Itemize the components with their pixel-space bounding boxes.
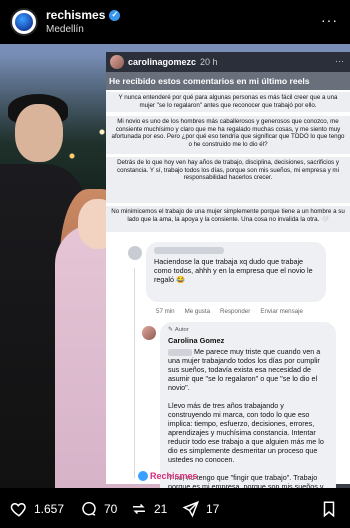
username-row[interactable]: rechismes ✓ [46,8,121,22]
reply-text: Me parece muy triste que cuando ven a un… [168,347,328,488]
watermark-logo-icon [138,471,148,481]
like-action[interactable]: 1.657 [10,500,64,518]
overlay-header: carolinagomezc 20 h ··· [106,52,350,72]
comment-icon[interactable] [80,500,98,518]
heart-icon[interactable] [10,500,28,518]
more-options-icon[interactable]: ··· [321,12,338,28]
man-face [15,104,63,162]
caption-4: No minimicemos el trabajo de una mujer s… [106,206,350,232]
verified-badge-icon: ✓ [109,9,121,21]
mention-blurred [168,348,192,356]
send-icon[interactable] [182,500,200,518]
repost-icon[interactable] [130,500,148,518]
story-screenshot-overlay: carolinagomezc 20 h ··· He recibido esto… [106,52,350,488]
commenter-name-blurred [154,247,224,254]
author-tag-label: Autor [174,327,189,333]
comment-action[interactable]: 70 [80,500,117,518]
watermark-text: Rechismes [150,471,198,481]
author-avatar [142,326,156,340]
repost-count: 21 [154,502,168,516]
reply-bubble: ✎ Autor Carolina Gomez Me parece muy tri… [160,322,336,488]
overlay-title: He recibido estos comentarios en mi últi… [106,72,350,90]
watermark: Rechismes [138,468,198,484]
comment-text: Haciendose la que trabaja xq dudo que tr… [154,257,313,284]
pencil-icon: ✎ [168,327,173,333]
comment-count: 70 [104,502,118,516]
username[interactable]: rechismes [46,8,105,22]
comment-reply: Responder [220,308,251,315]
share-action[interactable]: 17 [182,500,219,518]
bookmark-icon[interactable] [320,500,338,518]
profile-avatar[interactable] [10,8,38,36]
post-header: rechismes ✓ Medellín ··· [0,0,350,44]
caption-1: Y nunca entenderé por qué para algunas p… [106,92,350,112]
location[interactable]: Medellín [46,24,84,35]
post-image[interactable]: carolinagomezc 20 h ··· He recibido esto… [0,44,350,488]
overlay-more-icon: ··· [335,56,344,66]
like-count: 1.657 [34,502,65,516]
repost-action[interactable]: 21 [130,500,167,518]
share-count: 17 [206,502,220,516]
reply-body: Me parece muy triste que cuando ven a un… [168,347,324,488]
thread-line [134,268,135,478]
author-tag: ✎ Autor [168,326,328,335]
action-bar: 1.657 70 21 17 [0,490,350,528]
caption-3: Detrás de lo que hoy ven hay años de tra… [106,157,350,203]
author-name: Carolina Gomez [168,336,225,345]
commenter-avatar [128,246,142,260]
comment-meta: 57 min Me gusta Responder Enviar mensaje [156,308,303,315]
save-action[interactable] [320,500,338,518]
overlay-time: 20 h [200,57,218,67]
comment-time: 57 min [156,308,175,315]
caption-2: Mi novio es uno de los hombres más cabal… [106,116,350,154]
comment-bubble: Haciendose la que trabaja xq dudo que tr… [146,242,326,302]
comment-send: Enviar mensaje [260,308,303,315]
overlay-avatar [110,55,124,69]
comment-like: Me gusta [184,308,211,315]
overlay-username: carolinagomezc [128,57,197,67]
